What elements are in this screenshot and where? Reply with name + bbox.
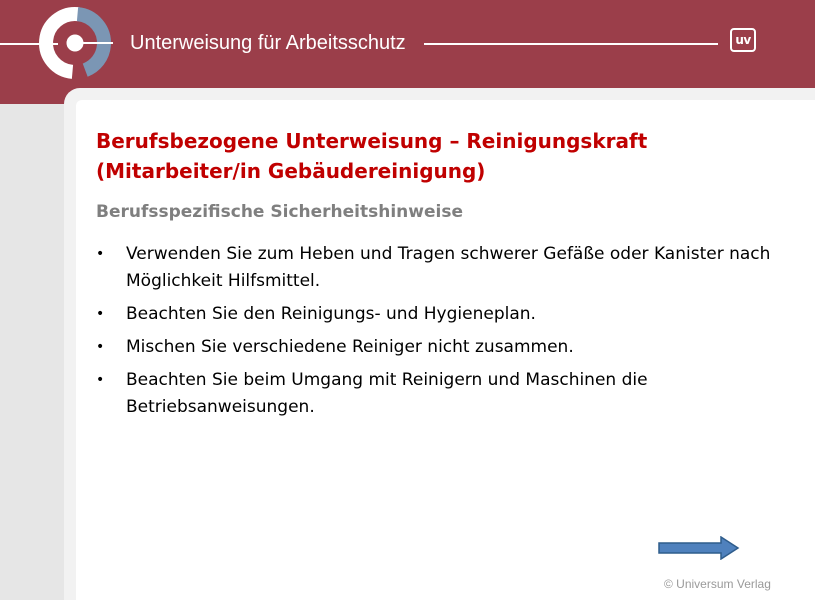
slide-title: Berufsbezogene Unterweisung – Reinigungs… [96,129,648,183]
list-item: • Beachten Sie den Reinigungs- und Hygie… [96,301,796,328]
slide-page: Unterweisung für Arbeitsschutz uv Berufs… [0,0,815,600]
bullet-icon: • [96,372,105,388]
list-item-text: Mischen Sie verschiedene Reiniger nicht … [126,337,574,357]
header-title: Unterweisung für Arbeitsschutz [130,32,406,54]
bullet-icon: • [96,246,105,262]
safety-instructions-list: • Verwenden Sie zum Heben und Tragen sch… [96,241,796,427]
bullet-icon: • [96,339,105,355]
next-slide-button[interactable] [657,536,741,560]
slide-subtitle: Berufsspezifische Sicherheitshinweise [96,202,463,222]
list-item: • Verwenden Sie zum Heben und Tragen sch… [96,241,796,295]
uv-logo-badge: uv [730,28,756,52]
ring-logo [39,6,113,79]
list-item-text: Beachten Sie beim Umgang mit Reinigern u… [126,370,648,417]
header-rule-right [424,43,718,45]
bullet-icon: • [96,306,105,322]
list-item-text: Beachten Sie den Reinigungs- und Hygiene… [126,304,536,324]
list-item: • Beachten Sie beim Umgang mit Reinigern… [96,367,796,421]
list-item-text: Verwenden Sie zum Heben und Tragen schwe… [126,244,771,291]
list-item: • Mischen Sie verschiedene Reiniger nich… [96,334,796,361]
copyright-notice: © Universum Verlag [664,577,771,591]
right-arrow-icon [658,536,740,560]
